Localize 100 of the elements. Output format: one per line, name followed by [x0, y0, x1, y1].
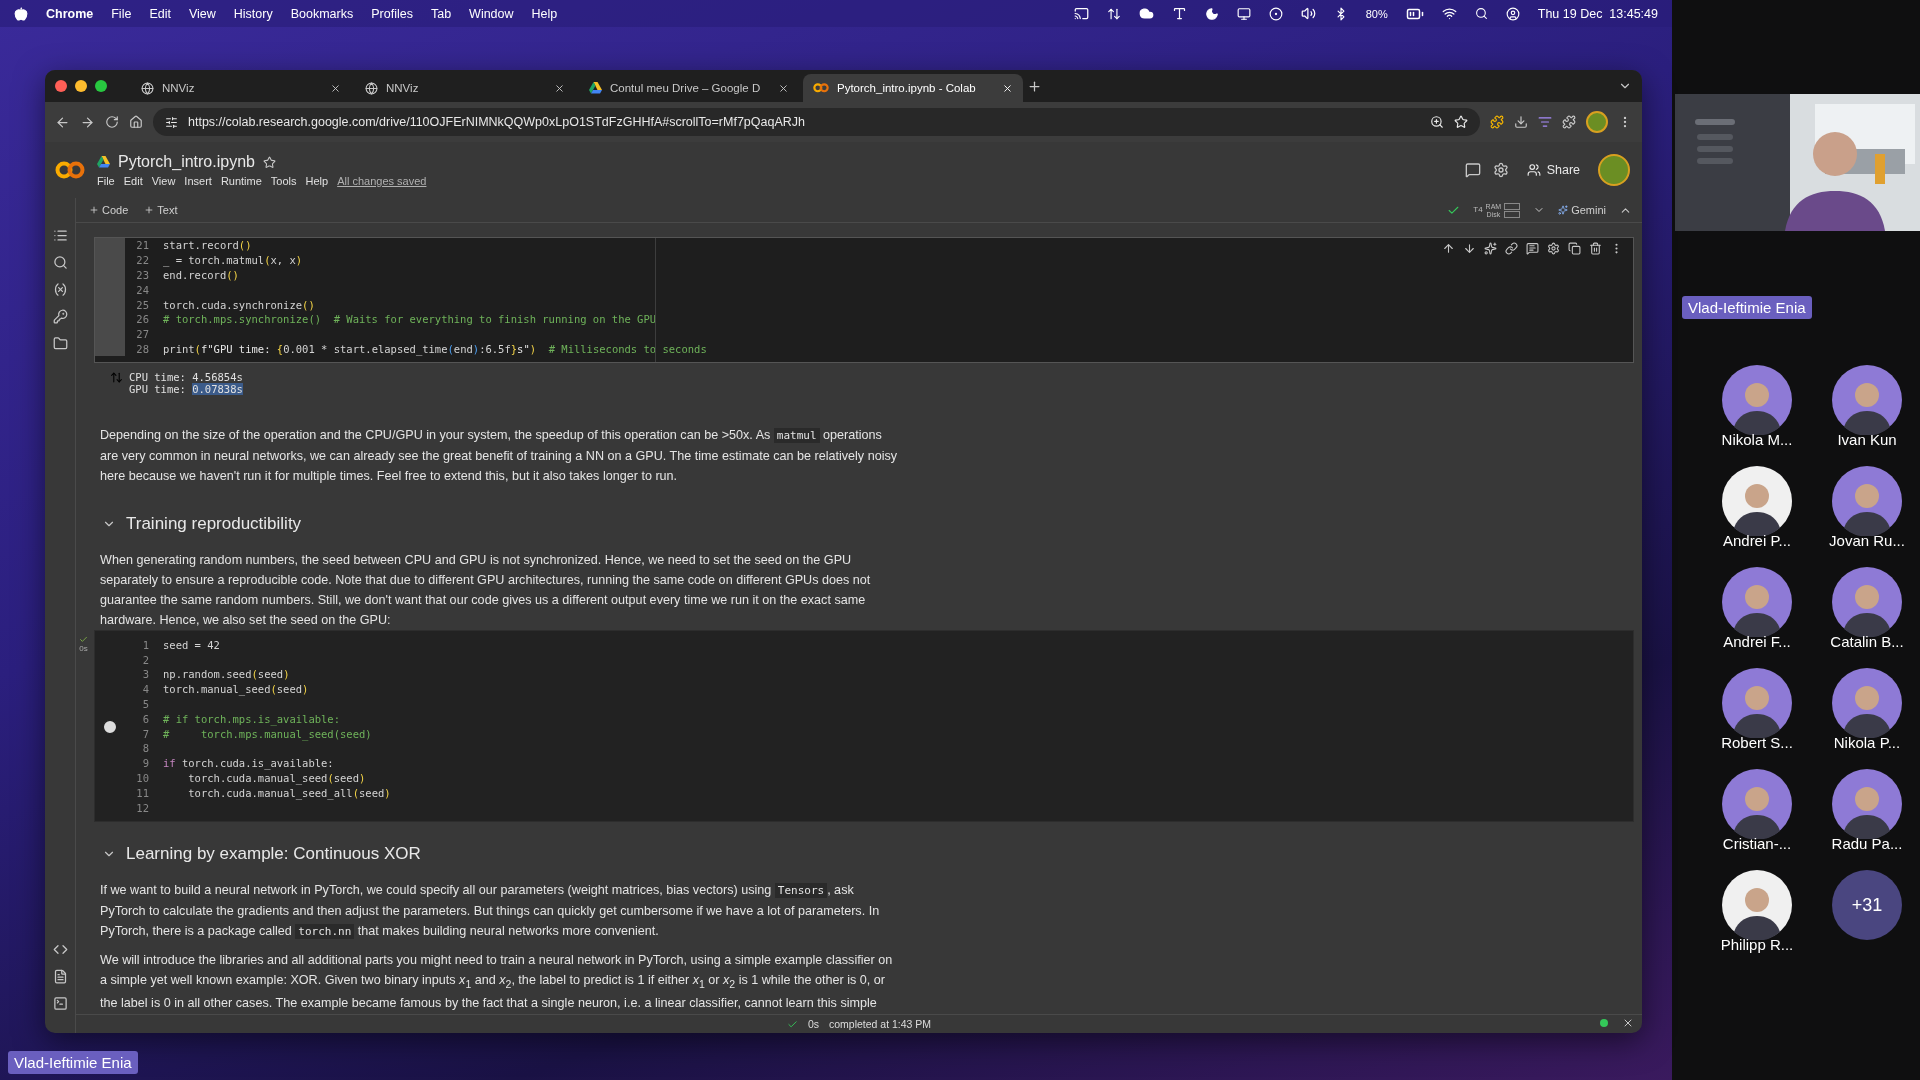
sparkle-icon [1558, 205, 1569, 215]
close-window-button[interactable] [55, 80, 67, 92]
line-number: 8 [141, 742, 150, 755]
browser-tab[interactable]: Pytorch_intro.ipynb - Colab [803, 74, 1023, 102]
browser-tab[interactable]: NNViz [131, 74, 351, 102]
menu-item[interactable]: Tab [430, 6, 452, 21]
link-icon[interactable] [1505, 242, 1518, 255]
back-button[interactable] [55, 114, 70, 130]
settings-icon[interactable] [1547, 242, 1560, 255]
line-number: 7 [141, 727, 150, 740]
menu-item[interactable]: Window [469, 6, 514, 21]
trash-icon[interactable] [1589, 242, 1602, 255]
check-icon [79, 635, 88, 645]
home-button[interactable] [129, 115, 143, 129]
comments-button[interactable] [1464, 162, 1481, 178]
status-text: completed at 1:43 PM [828, 1018, 932, 1030]
menu-item[interactable]: Profiles [371, 6, 413, 21]
output-icon [110, 371, 123, 385]
extensions-button[interactable] [1562, 115, 1576, 129]
presenter-name-tag: Vlad-Ieftimie Enia [1682, 296, 1812, 319]
variables-icon [52, 282, 68, 297]
plus-icon [144, 205, 155, 215]
forward-button[interactable] [80, 114, 95, 130]
gemini-button[interactable]: Gemini [1555, 204, 1609, 216]
avatar [1722, 567, 1792, 637]
menu-item[interactable]: View [151, 175, 176, 187]
close-icon [330, 82, 341, 94]
menu-item[interactable]: File [97, 175, 115, 187]
reload-button[interactable] [105, 115, 119, 129]
participant-name: Andrei P... [1722, 532, 1792, 549]
paragraph: If we want to build a neural network in PyTorch, we could specify all our parameters (weight matrices, bias vectors) using Tensors , ask PyTorch to calculate the gradients and then adjust the parameters. But things can quickly get cumbersome if we have a lot of parameters. In PyTorch, there is a package called torch.nn that makes building neural networks more convenient. [99, 881, 881, 941]
line-number: 22 [135, 254, 150, 267]
notebook-title[interactable]: Pytorch_intro.ipynb [118, 153, 255, 171]
line-number: 4 [141, 683, 150, 696]
menu-item[interactable]: Insert [184, 175, 212, 187]
code-line: print(f"GPU time: {0.001 * start.elapsed_time(end):6.5f}s") # Milliseconds to seconds [163, 342, 707, 355]
cloud-icon [1138, 6, 1154, 21]
menu-item[interactable]: Bookmarks [290, 6, 354, 21]
add-cell-button[interactable]: Code [86, 204, 132, 216]
speaker-name-tag: Vlad-Ieftimie Enia [8, 1051, 138, 1074]
line-number: 9 [141, 757, 150, 770]
add-cell-button[interactable]: Text [141, 204, 181, 216]
share-button[interactable]: Share [1520, 162, 1586, 178]
participant-name: Philipp R... [1720, 936, 1794, 953]
avatar [1722, 870, 1792, 940]
menu-item[interactable]: Help [305, 175, 329, 187]
browser-tab[interactable]: NNViz [355, 74, 575, 102]
close-button[interactable] [1622, 1017, 1634, 1029]
profile-avatar[interactable] [1586, 111, 1608, 133]
avatar [1832, 769, 1902, 839]
menu-item[interactable]: Edit [123, 175, 143, 187]
line-number: 5 [141, 697, 150, 710]
avatar [1722, 769, 1792, 839]
menu-item[interactable]: Edit [149, 6, 171, 21]
participant-name: Ivan Kun [1837, 431, 1897, 448]
new-tab-button[interactable] [1027, 78, 1042, 94]
menu-item[interactable]: Tools [270, 175, 297, 187]
more-participants-badge[interactable]: +31 [1832, 870, 1902, 940]
display-icon [1236, 6, 1251, 21]
user-icon [1505, 6, 1520, 21]
code-line: np.random.seed(seed) [163, 668, 290, 681]
participant-name: Radu Pa... [1831, 835, 1903, 852]
copy-icon[interactable] [1568, 242, 1581, 255]
menu-item[interactable]: Runtime [220, 175, 262, 187]
clock: Thu 19 Dec 13:45:49 [1537, 6, 1658, 21]
minimize-window-button[interactable] [75, 80, 87, 92]
save-status-link[interactable]: All changes saved [337, 175, 427, 187]
menu-item[interactable]: View [188, 6, 216, 21]
line-number: 2 [141, 653, 150, 666]
arrow-up-icon[interactable] [1442, 242, 1455, 255]
profile-avatar[interactable] [1598, 154, 1630, 186]
code-line: _ = torch.matmul(x, x) [163, 254, 303, 267]
code-line: if torch.cuda.is_available: [163, 757, 334, 770]
code-line: # torch.mps.synchronize() # Waits for everything to finish running on the GPU [163, 313, 657, 326]
zoom-window-button[interactable] [95, 80, 107, 92]
screen-share-icon [1073, 6, 1089, 21]
code-line: end.record() [163, 269, 239, 281]
menu-item[interactable]: Chrome [46, 6, 94, 21]
star-button[interactable] [262, 155, 276, 169]
people-icon [1526, 163, 1541, 177]
line-number: 6 [141, 712, 150, 725]
menu-item[interactable]: History [233, 6, 273, 21]
settings-button[interactable] [1492, 162, 1509, 178]
sparkle-icon[interactable] [1484, 242, 1497, 255]
close-icon [554, 82, 565, 94]
menu-item[interactable]: Help [531, 6, 558, 21]
line-number: 11 [135, 786, 150, 799]
browser-tab[interactable]: Contul meu Drive – Google D [579, 74, 799, 102]
participant-name: Robert S... [1721, 734, 1793, 751]
arrow-down-icon[interactable] [1463, 242, 1476, 255]
avatar [1832, 567, 1902, 637]
participant-name: Jovan Ru... [1829, 532, 1905, 549]
address-bar[interactable]: https://colab.research.google.com/drive/110OJFErNIMNkQQWp0xLpO1STdFzGHHfA#scrollTo=rMf7pQaqARJh [153, 108, 1480, 136]
play-icon [102, 719, 118, 736]
menu-item[interactable]: File [111, 6, 132, 21]
execution-time: 0s [807, 1018, 819, 1030]
paragraph: Depending on the size of the operation and the CPU/GPU in your system, the speedup of this operation can be >50x. As matmul operations are very common in neural networks, we can already see the great benefit of training a NN on a GPU. The time estimate can be relatively noisy here because we haven't run it for multiple times. Feel free to extend this, but it also takes longer to run. [99, 427, 899, 486]
arrows-icon [1106, 6, 1121, 21]
line-number: 1 [141, 638, 150, 651]
comment-icon[interactable] [1526, 242, 1539, 255]
